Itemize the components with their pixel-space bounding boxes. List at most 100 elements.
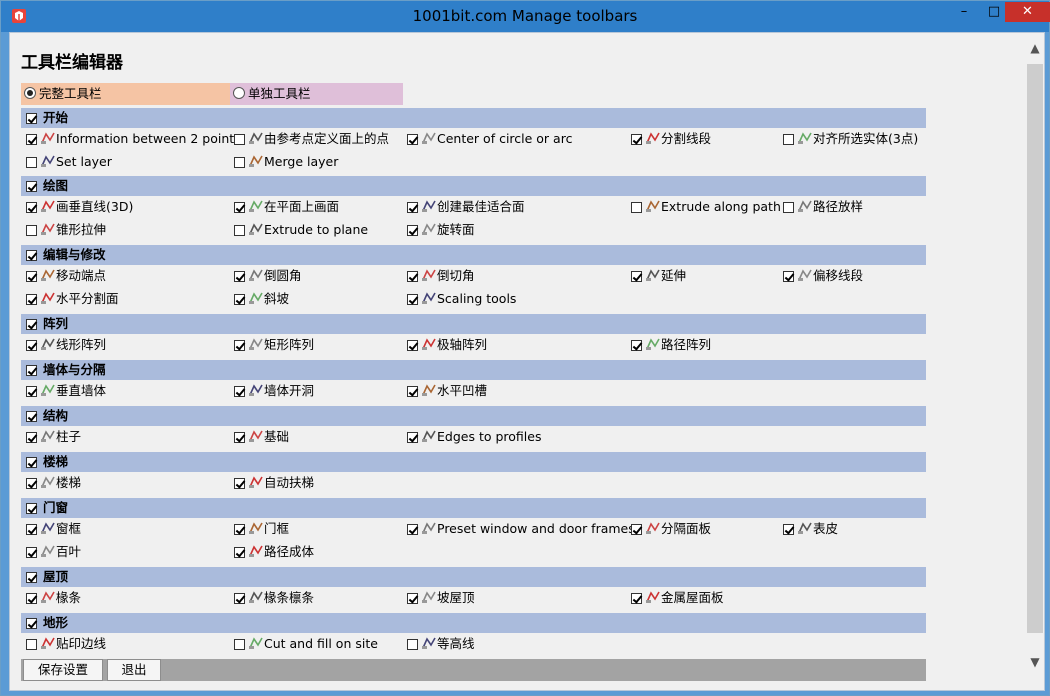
- toolbar-item[interactable]: 路径放样: [778, 197, 863, 217]
- mode-single-toolbar[interactable]: 单独工具栏: [230, 83, 403, 105]
- toolbar-item[interactable]: 百叶: [21, 542, 81, 562]
- toolbar-item[interactable]: 分割线段: [626, 129, 711, 149]
- item-checkbox[interactable]: [234, 294, 245, 305]
- item-checkbox[interactable]: [26, 340, 37, 351]
- radio-single[interactable]: [233, 87, 245, 99]
- vertical-scrollbar[interactable]: ▲ ▼: [1026, 33, 1044, 690]
- item-checkbox[interactable]: [234, 432, 245, 443]
- item-checkbox[interactable]: [407, 524, 418, 535]
- toolbar-item[interactable]: 移动端点: [21, 266, 106, 286]
- toolbar-item[interactable]: 基础: [229, 427, 289, 447]
- item-checkbox[interactable]: [26, 294, 37, 305]
- toolbar-item[interactable]: Set layer: [21, 152, 112, 172]
- toolbar-item[interactable]: 垂直墙体: [21, 381, 106, 401]
- item-checkbox[interactable]: [26, 432, 37, 443]
- item-checkbox[interactable]: [234, 593, 245, 604]
- toolbar-item[interactable]: 极轴阵列: [402, 335, 487, 355]
- mode-full-toolbar[interactable]: 完整工具栏: [21, 83, 230, 105]
- toolbar-item[interactable]: 倒切角: [402, 266, 475, 286]
- toolbar-item[interactable]: 分隔面板: [626, 519, 711, 539]
- item-checkbox[interactable]: [234, 340, 245, 351]
- toolbar-item[interactable]: Cut and fill on site: [229, 634, 378, 654]
- item-checkbox[interactable]: [26, 386, 37, 397]
- scroll-up-icon[interactable]: ▲: [1026, 39, 1044, 57]
- item-checkbox[interactable]: [631, 271, 642, 282]
- close-button[interactable]: ✕: [1005, 2, 1050, 22]
- section-checkbox[interactable]: [26, 181, 37, 192]
- toolbar-item[interactable]: 椽条: [21, 588, 81, 608]
- item-checkbox[interactable]: [407, 386, 418, 397]
- item-checkbox[interactable]: [26, 157, 37, 168]
- toolbar-item[interactable]: 楼梯: [21, 473, 81, 493]
- toolbar-item[interactable]: Edges to profiles: [402, 427, 541, 447]
- item-checkbox[interactable]: [26, 593, 37, 604]
- item-checkbox[interactable]: [407, 593, 418, 604]
- item-checkbox[interactable]: [234, 202, 245, 213]
- section-checkbox[interactable]: [26, 618, 37, 629]
- item-checkbox[interactable]: [631, 340, 642, 351]
- toolbar-item[interactable]: 等高线: [402, 634, 475, 654]
- item-checkbox[interactable]: [26, 639, 37, 650]
- toolbar-item[interactable]: Merge layer: [229, 152, 338, 172]
- toolbar-item[interactable]: 旋转面: [402, 220, 475, 240]
- minimize-button[interactable]: –: [951, 2, 977, 22]
- item-checkbox[interactable]: [631, 593, 642, 604]
- item-checkbox[interactable]: [783, 271, 794, 282]
- item-checkbox[interactable]: [26, 547, 37, 558]
- toolbar-item[interactable]: 路径成体: [229, 542, 314, 562]
- toolbar-item[interactable]: Extrude to plane: [229, 220, 368, 240]
- item-checkbox[interactable]: [407, 294, 418, 305]
- toolbar-item[interactable]: 椽条檩条: [229, 588, 314, 608]
- item-checkbox[interactable]: [783, 524, 794, 535]
- toolbar-item[interactable]: 水平分割面: [21, 289, 119, 309]
- section-checkbox[interactable]: [26, 250, 37, 261]
- toolbar-item[interactable]: Center of circle or arc: [402, 129, 572, 149]
- item-checkbox[interactable]: [407, 202, 418, 213]
- item-checkbox[interactable]: [407, 432, 418, 443]
- toolbar-item[interactable]: 金属屋面板: [626, 588, 724, 608]
- toolbar-item[interactable]: 偏移线段: [778, 266, 863, 286]
- save-button[interactable]: 保存设置: [23, 659, 103, 681]
- item-checkbox[interactable]: [234, 157, 245, 168]
- item-checkbox[interactable]: [783, 202, 794, 213]
- toolbar-item[interactable]: 表皮: [778, 519, 838, 539]
- toolbar-item[interactable]: 对齐所选实体(3点): [778, 129, 918, 149]
- toolbar-item[interactable]: 门框: [229, 519, 289, 539]
- toolbar-item[interactable]: 矩形阵列: [229, 335, 314, 355]
- toolbar-item[interactable]: Preset window and door frames: [402, 519, 635, 539]
- toolbar-item[interactable]: 画垂直线(3D): [21, 197, 133, 217]
- toolbar-item[interactable]: 由参考点定义面上的点: [229, 129, 389, 149]
- item-checkbox[interactable]: [234, 271, 245, 282]
- item-checkbox[interactable]: [26, 134, 37, 145]
- toolbar-item[interactable]: Extrude along path: [626, 197, 781, 217]
- scroll-down-icon[interactable]: ▼: [1026, 653, 1044, 671]
- exit-button[interactable]: 退出: [107, 659, 161, 681]
- item-checkbox[interactable]: [407, 225, 418, 236]
- toolbar-item[interactable]: 在平面上画面: [229, 197, 339, 217]
- section-checkbox[interactable]: [26, 503, 37, 514]
- section-checkbox[interactable]: [26, 319, 37, 330]
- item-checkbox[interactable]: [26, 524, 37, 535]
- section-checkbox[interactable]: [26, 457, 37, 468]
- radio-full[interactable]: [24, 87, 36, 99]
- item-checkbox[interactable]: [234, 134, 245, 145]
- toolbar-item[interactable]: 锥形拉伸: [21, 220, 106, 240]
- item-checkbox[interactable]: [407, 271, 418, 282]
- item-checkbox[interactable]: [631, 524, 642, 535]
- section-checkbox[interactable]: [26, 365, 37, 376]
- item-checkbox[interactable]: [631, 202, 642, 213]
- item-checkbox[interactable]: [407, 134, 418, 145]
- item-checkbox[interactable]: [631, 134, 642, 145]
- section-checkbox[interactable]: [26, 113, 37, 124]
- toolbar-item[interactable]: 创建最佳适合面: [402, 197, 525, 217]
- section-checkbox[interactable]: [26, 411, 37, 422]
- item-checkbox[interactable]: [234, 386, 245, 397]
- item-checkbox[interactable]: [783, 134, 794, 145]
- toolbar-item[interactable]: 水平凹槽: [402, 381, 487, 401]
- toolbar-item[interactable]: 延伸: [626, 266, 686, 286]
- toolbar-item[interactable]: 墙体开洞: [229, 381, 314, 401]
- toolbar-item[interactable]: 自动扶梯: [229, 473, 314, 493]
- toolbar-item[interactable]: Information between 2 points: [21, 129, 241, 149]
- toolbar-item[interactable]: 倒圆角: [229, 266, 302, 286]
- section-checkbox[interactable]: [26, 572, 37, 583]
